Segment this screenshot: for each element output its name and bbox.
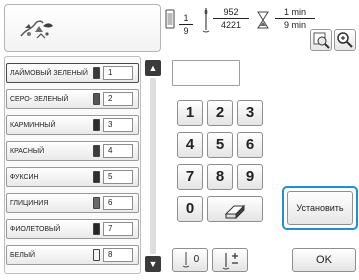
color-list-scrollbar[interactable]: ▲ ▼ [145, 58, 161, 274]
color-name: БЕЛЫЙ [10, 251, 36, 259]
triangle-down-icon: ▼ [148, 259, 158, 269]
magnifier-icon [337, 32, 353, 48]
time-current: 1 [283, 7, 289, 17]
eraser-icon [224, 204, 246, 220]
time-unit-bottom: min [291, 20, 307, 30]
set-button-highlight[interactable]: Установить [282, 186, 358, 230]
color-number: 7 [103, 222, 133, 236]
color-number: 5 [103, 170, 133, 184]
color-row-5[interactable]: ФУКСИН 5 [6, 167, 139, 187]
key-4[interactable]: 4 [177, 132, 203, 158]
scroll-track[interactable] [150, 78, 156, 254]
triangle-up-icon: ▲ [148, 63, 158, 73]
needle-plus-minus-button[interactable] [212, 248, 248, 272]
color-row-4[interactable]: КРАСНЫЙ 4 [6, 141, 139, 161]
scroll-up-button[interactable]: ▲ [145, 60, 161, 76]
color-number: 2 [103, 92, 133, 106]
color-row-6[interactable]: ГЛИЦИНИЯ 6 [6, 193, 139, 213]
thread-spool-icon [165, 9, 175, 29]
needle-icon [202, 8, 210, 33]
key-8[interactable]: 8 [207, 164, 233, 190]
color-name: ЛАЙМОВЫЙ ЗЕЛЕНЫЙ [10, 69, 88, 77]
color-number: 4 [103, 144, 133, 158]
zoom-preview-button[interactable] [310, 29, 332, 51]
thread-spool-icon [93, 119, 100, 131]
key-6[interactable]: 6 [237, 132, 263, 158]
key-9[interactable]: 9 [237, 164, 263, 190]
thread-spool-icon [93, 197, 100, 209]
color-row-7[interactable]: ФИОЛЕТОВЫЙ 7 [6, 219, 139, 239]
stitch-counter: 952 4221 [213, 7, 249, 30]
color-name: КАРМИННЫЙ [10, 121, 56, 129]
number-input-field[interactable] [172, 60, 240, 86]
thread-spool-icon [93, 145, 100, 157]
time-unit-top: min [291, 7, 307, 17]
thread-spool-icon [93, 171, 100, 183]
key-5[interactable]: 5 [207, 132, 233, 158]
color-number: 3 [103, 118, 133, 132]
stitch-total: 4221 [220, 20, 242, 30]
needle-plus-minus-icon [222, 253, 238, 270]
color-name: ФИОЛЕТОВЫЙ [10, 225, 61, 233]
color-number: 1 [103, 66, 133, 80]
thread-spool-icon [93, 223, 100, 235]
thread-spool-icon [93, 93, 100, 105]
color-row-8[interactable]: БЕЛЫЙ 8 [6, 245, 139, 265]
color-name: СЕРО- ЗЕЛЕНЫЙ [10, 95, 69, 103]
thread-spool-icon [93, 67, 100, 79]
scroll-down-button[interactable]: ▼ [145, 256, 161, 272]
color-number: 8 [103, 248, 133, 262]
key-7[interactable]: 7 [177, 164, 203, 190]
hourglass-icon [257, 11, 269, 29]
needle-icon [182, 252, 190, 268]
needle-zero-button[interactable]: 0 [172, 248, 208, 272]
ok-button[interactable]: OK [292, 248, 356, 272]
key-3[interactable]: 3 [237, 100, 263, 126]
color-row-3[interactable]: КАРМИННЫЙ 3 [6, 115, 139, 135]
embroidery-design-thumbnail [20, 20, 53, 39]
key-1[interactable]: 1 [177, 100, 203, 126]
color-name: ГЛИЦИНИЯ [10, 199, 49, 207]
clear-button[interactable] [207, 196, 263, 222]
embroidery-preview [4, 4, 161, 52]
zoom-icon [313, 32, 330, 49]
color-number: 6 [103, 196, 133, 210]
color-name: ФУКСИН [10, 173, 39, 181]
color-current: 1 [183, 13, 189, 23]
time-total: 9 [283, 20, 289, 30]
needle-zero-label: 0 [190, 254, 200, 265]
key-0[interactable]: 0 [177, 196, 203, 222]
color-row-1[interactable]: ЛАЙМОВЫЙ ЗЕЛЕНЫЙ 1 [6, 63, 139, 83]
magnify-button[interactable] [334, 29, 356, 51]
set-button[interactable]: Установить [287, 191, 353, 225]
key-2[interactable]: 2 [207, 100, 233, 126]
color-row-2[interactable]: СЕРО- ЗЕЛЕНЫЙ 2 [6, 89, 139, 109]
time-counter: 1 min 9 min [275, 7, 315, 30]
color-total: 9 [183, 26, 189, 36]
stitch-current: 952 [223, 7, 239, 17]
color-counter: 1 9 [179, 13, 193, 36]
thread-color-list: ЛАЙМОВЫЙ ЗЕЛЕНЫЙ 1 СЕРО- ЗЕЛЕНЫЙ 2 КАРМИ… [4, 56, 141, 274]
color-name: КРАСНЫЙ [10, 147, 45, 155]
thread-spool-icon [93, 249, 100, 261]
